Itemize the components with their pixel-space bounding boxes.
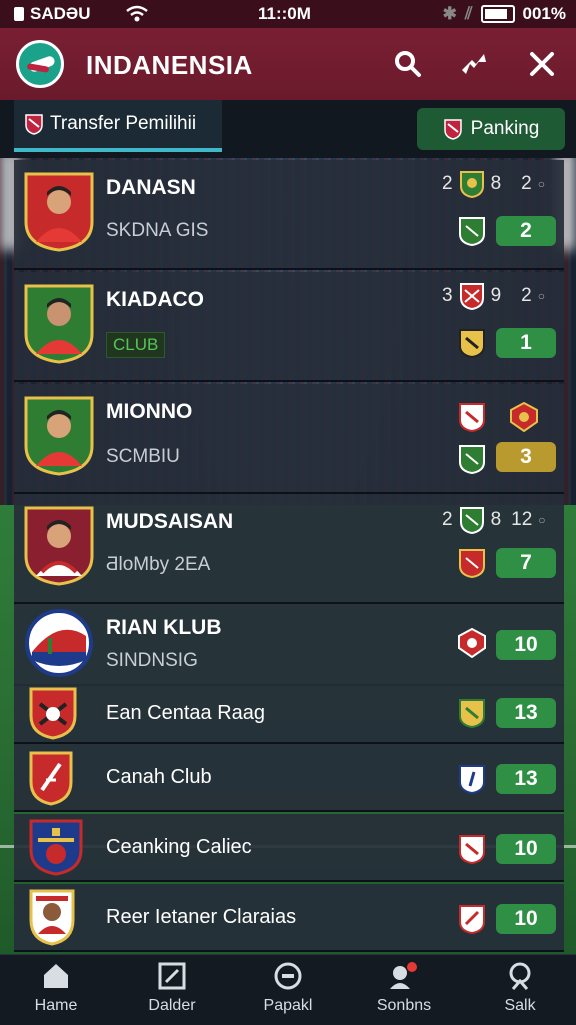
player-name: DANASN [106, 176, 196, 199]
player-portrait [24, 506, 94, 586]
club-crest-icon [459, 283, 484, 310]
player-stats: 2 8 2 ○ [442, 170, 545, 198]
player-name: KIADACO [106, 288, 204, 311]
nav-salk[interactable]: Salk [470, 961, 570, 1015]
player-stats: 2 8 12 ○ [442, 506, 546, 534]
tab-ranking-label: Panking [470, 118, 540, 139]
rank-badge: 7 [496, 548, 556, 578]
battery-icon [480, 5, 515, 23]
club-subtitle: SINDNSIG [106, 650, 198, 671]
player-portrait [24, 284, 94, 364]
info-dot-icon: ○ [538, 513, 546, 527]
nav-home-label: Hame [34, 997, 78, 1014]
wifi-icon [125, 5, 148, 22]
app-header: INDANENSIA [0, 28, 576, 100]
nav-home[interactable]: Hame [6, 961, 106, 1015]
users-icon [390, 962, 417, 989]
share-icon[interactable] [458, 48, 490, 80]
nav-dalder-label: Dalder [148, 997, 196, 1014]
tab-transfer-label: Transfer Pemilihii [50, 113, 197, 134]
list-item[interactable]: DANASN SKDNA GIS 2 8 2 ○ 2 [14, 160, 564, 270]
player-portrait [24, 396, 94, 476]
nav-papakl[interactable]: Papakl [238, 961, 338, 1015]
rank-badge: 13 [496, 698, 556, 728]
app-logo [16, 40, 64, 88]
search-icon [509, 962, 531, 990]
list-item[interactable]: KIADACO CLUB 3 9 2 ○ 1 [14, 272, 564, 382]
tab-transfer[interactable]: Transfer Pemilihii [14, 100, 222, 152]
list-item[interactable]: RIAN KLUB SINDNSIG 10 [14, 604, 564, 686]
page-title: INDANENSIA [86, 50, 253, 80]
club-crest-icon [458, 628, 486, 658]
edit-icon [158, 962, 186, 990]
nav-papakl-label: Papakl [263, 997, 313, 1014]
club-crest-icon [459, 329, 485, 358]
home-icon [44, 964, 68, 988]
rank-badge: 10 [496, 904, 556, 934]
rank-badge: 10 [496, 834, 556, 864]
search-icon[interactable] [392, 48, 424, 80]
player-club: SKDNA GIS [106, 220, 209, 241]
bluetooth-icon: ✱ [442, 4, 457, 23]
player-stats: 3 9 2 ○ [442, 282, 545, 310]
carrier-label: SADƏU [30, 4, 91, 23]
status-bar: SADƏU 11::0M ✱ ⫽ 001% [0, 0, 576, 28]
club-crest-icon [29, 819, 83, 876]
info-dot-icon: ○ [537, 289, 545, 303]
rank-badge: 1 [496, 328, 556, 358]
rank-badge: 10 [496, 630, 556, 660]
list-item[interactable]: Canah Club 13 [14, 744, 564, 812]
club-name: Ean Centaa Raag [106, 702, 266, 724]
club-name: Reer Ietaner Claraias [106, 906, 297, 928]
tab-ranking[interactable]: Panking [417, 108, 565, 150]
club-crest-icon [459, 403, 485, 432]
club-crest-icon [459, 699, 485, 728]
shield-icon [25, 114, 43, 135]
list-item[interactable]: MUDSAISAN ƋloMby 2EA 2 8 12 ○ 7 [14, 494, 564, 604]
nav-sonbns-label: Sonbns [376, 997, 432, 1014]
player-club: CLUB [106, 332, 166, 358]
list-item[interactable]: Reer Ietaner Claraias 10 [14, 884, 564, 952]
club-crest-icon [29, 687, 77, 740]
club-crest-icon [459, 765, 485, 794]
club-crest-icon [459, 507, 484, 534]
tab-bar: Transfer Pemilihii Panking [0, 100, 576, 158]
rank-badge: 3 [496, 442, 556, 472]
club-crest-icon [29, 751, 73, 806]
clock: 11::0M [258, 4, 311, 23]
club-crest-icon [459, 835, 485, 864]
shield-icon [443, 119, 462, 140]
club-crest-icon [459, 549, 485, 578]
player-portrait [24, 172, 94, 252]
battery-level: 001% [522, 4, 566, 23]
rank-badge: 2 [496, 216, 556, 246]
club-crest-icon [459, 445, 485, 474]
list-item[interactable]: Ceanking Caliec 10 [14, 814, 564, 882]
player-club: ƋloMby 2EA [106, 554, 211, 575]
target-icon [274, 962, 302, 990]
rank-badge: 13 [496, 764, 556, 794]
club-badge-icon [25, 609, 93, 677]
player-club: SCMBIU [106, 446, 180, 467]
close-icon[interactable] [526, 48, 558, 80]
club-crest-icon [459, 171, 484, 198]
club-crest-icon [459, 905, 485, 934]
club-name: RIAN KLUB [106, 616, 222, 639]
nav-sonbns[interactable]: Sonbns [354, 961, 454, 1015]
club-crest-icon [29, 889, 75, 946]
club-name: Ceanking Caliec [106, 836, 252, 858]
bottom-nav: Hame Dalder Papakl Sonbns Salk [0, 954, 576, 1025]
list-item[interactable]: MIONNO SCMBIU 3 [14, 384, 564, 494]
list-item[interactable]: Ean Centaa Raag 13 [14, 684, 564, 744]
player-name: MUDSAISAN [106, 510, 234, 533]
club-crest-icon [510, 402, 538, 432]
info-dot-icon: ○ [537, 177, 545, 191]
nav-dalder[interactable]: Dalder [122, 961, 222, 1015]
player-name: MIONNO [106, 400, 193, 423]
signal-icon: ⫽ [464, 4, 473, 23]
nav-salk-label: Salk [504, 997, 536, 1014]
sim-icon [14, 7, 24, 21]
club-name: Canah Club [106, 766, 212, 788]
club-crest-icon [459, 217, 485, 246]
